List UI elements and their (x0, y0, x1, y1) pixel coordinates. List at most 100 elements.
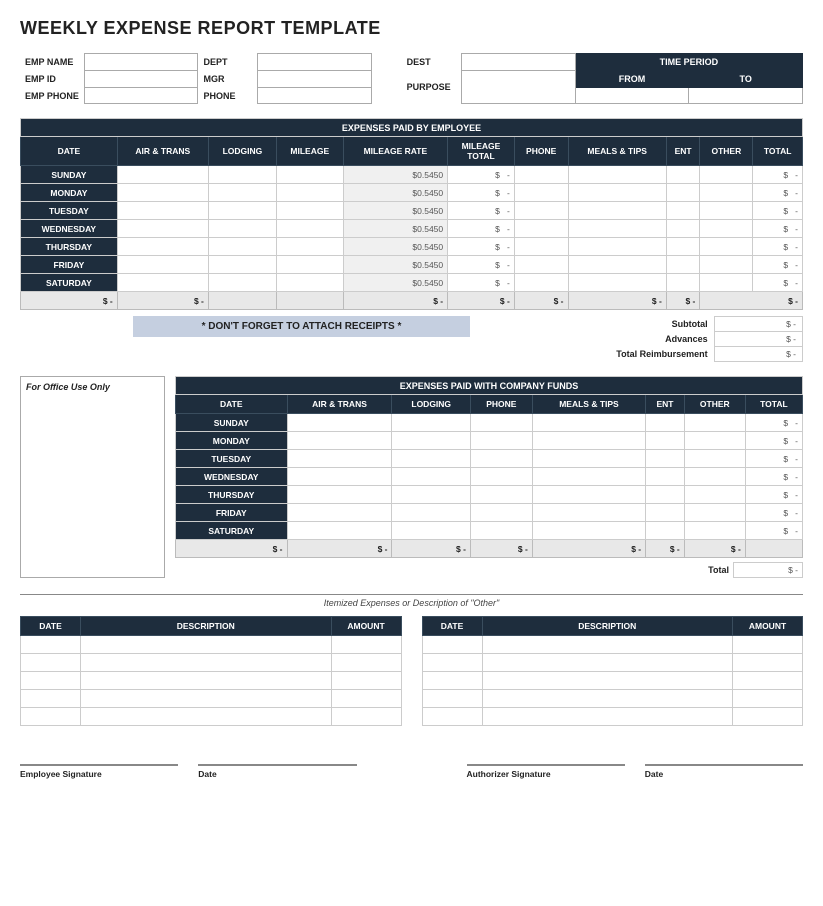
employee-date-field[interactable]: Date (198, 750, 356, 779)
cf-phone-cell[interactable] (470, 468, 532, 486)
mileage-cell[interactable] (276, 274, 343, 292)
cf-phone-cell[interactable] (470, 486, 532, 504)
mileage-cell[interactable] (276, 166, 343, 184)
it-amount[interactable] (331, 672, 401, 690)
meals-cell[interactable] (568, 184, 666, 202)
cf-phone-cell[interactable] (470, 504, 532, 522)
air-trans-cell[interactable] (117, 166, 208, 184)
subtotal-value[interactable]: $ - (714, 317, 802, 332)
cf-air-cell[interactable] (287, 468, 392, 486)
air-trans-cell[interactable] (117, 256, 208, 274)
mgr-value[interactable] (258, 71, 372, 88)
meals-cell[interactable] (568, 274, 666, 292)
it-date[interactable] (21, 708, 81, 726)
it-desc[interactable] (482, 690, 733, 708)
it-desc[interactable] (81, 672, 332, 690)
mileage-cell[interactable] (276, 220, 343, 238)
employee-signature-field[interactable]: Employee Signature (20, 750, 178, 779)
cf-lodging-cell[interactable] (392, 468, 470, 486)
cf-other-cell[interactable] (684, 414, 745, 432)
it-amount[interactable] (331, 654, 401, 672)
lodging-cell[interactable] (208, 274, 276, 292)
cf-lodging-cell[interactable] (392, 504, 470, 522)
dept-value[interactable] (258, 54, 372, 71)
it-amount[interactable] (733, 690, 803, 708)
cf-other-cell[interactable] (684, 486, 745, 504)
ent-cell[interactable] (666, 238, 700, 256)
cf-meals-cell[interactable] (532, 522, 645, 540)
cf-phone-cell[interactable] (470, 432, 532, 450)
it-date[interactable] (21, 690, 81, 708)
it-amount[interactable] (331, 690, 401, 708)
it-desc[interactable] (482, 708, 733, 726)
phone-cell[interactable] (514, 238, 568, 256)
cf-total-value[interactable]: $ - (733, 562, 803, 578)
cf-ent-cell[interactable] (646, 414, 685, 432)
cf-phone-cell[interactable] (470, 522, 532, 540)
cf-air-cell[interactable] (287, 522, 392, 540)
meals-cell[interactable] (568, 238, 666, 256)
mileage-cell[interactable] (276, 256, 343, 274)
phone-value[interactable] (258, 88, 372, 104)
cf-meals-cell[interactable] (532, 414, 645, 432)
it-amount[interactable] (733, 636, 803, 654)
authorizer-signature-field[interactable]: Authorizer Signature (467, 750, 625, 779)
air-trans-cell[interactable] (117, 202, 208, 220)
lodging-cell[interactable] (208, 202, 276, 220)
cf-ent-cell[interactable] (646, 504, 685, 522)
ent-cell[interactable] (666, 202, 700, 220)
cf-lodging-cell[interactable] (392, 486, 470, 504)
purpose-value[interactable] (462, 71, 576, 104)
it-date[interactable] (422, 672, 482, 690)
meals-cell[interactable] (568, 256, 666, 274)
it-date[interactable] (422, 708, 482, 726)
cf-other-cell[interactable] (684, 450, 745, 468)
other-cell[interactable] (700, 184, 753, 202)
cf-ent-cell[interactable] (646, 450, 685, 468)
it-desc[interactable] (482, 636, 733, 654)
cf-air-cell[interactable] (287, 486, 392, 504)
cf-air-cell[interactable] (287, 504, 392, 522)
emp-name-value[interactable] (84, 54, 198, 71)
emp-phone-value[interactable] (84, 88, 198, 104)
it-date[interactable] (21, 654, 81, 672)
phone-cell[interactable] (514, 202, 568, 220)
cf-lodging-cell[interactable] (392, 450, 470, 468)
cf-ent-cell[interactable] (646, 468, 685, 486)
phone-cell[interactable] (514, 256, 568, 274)
cf-air-cell[interactable] (287, 432, 392, 450)
cf-air-cell[interactable] (287, 414, 392, 432)
dest-value[interactable] (462, 54, 576, 71)
other-cell[interactable] (700, 220, 753, 238)
cf-phone-cell[interactable] (470, 450, 532, 468)
it-desc[interactable] (81, 654, 332, 672)
cf-ent-cell[interactable] (646, 522, 685, 540)
phone-cell[interactable] (514, 220, 568, 238)
it-date[interactable] (422, 690, 482, 708)
cf-phone-cell[interactable] (470, 414, 532, 432)
lodging-cell[interactable] (208, 256, 276, 274)
ent-cell[interactable] (666, 184, 700, 202)
meals-cell[interactable] (568, 166, 666, 184)
other-cell[interactable] (700, 202, 753, 220)
it-amount[interactable] (733, 654, 803, 672)
it-amount[interactable] (331, 636, 401, 654)
from-value[interactable] (575, 88, 689, 104)
cf-lodging-cell[interactable] (392, 414, 470, 432)
authorizer-date-field[interactable]: Date (645, 750, 803, 779)
lodging-cell[interactable] (208, 184, 276, 202)
cf-meals-cell[interactable] (532, 450, 645, 468)
ent-cell[interactable] (666, 256, 700, 274)
it-date[interactable] (422, 654, 482, 672)
phone-cell[interactable] (514, 166, 568, 184)
cf-other-cell[interactable] (684, 504, 745, 522)
phone-cell[interactable] (514, 274, 568, 292)
it-amount[interactable] (733, 672, 803, 690)
meals-cell[interactable] (568, 220, 666, 238)
emp-id-value[interactable] (84, 71, 198, 88)
to-value[interactable] (689, 88, 803, 104)
it-desc[interactable] (81, 708, 332, 726)
cf-meals-cell[interactable] (532, 504, 645, 522)
advances-value[interactable]: $ - (714, 332, 802, 347)
cf-other-cell[interactable] (684, 522, 745, 540)
